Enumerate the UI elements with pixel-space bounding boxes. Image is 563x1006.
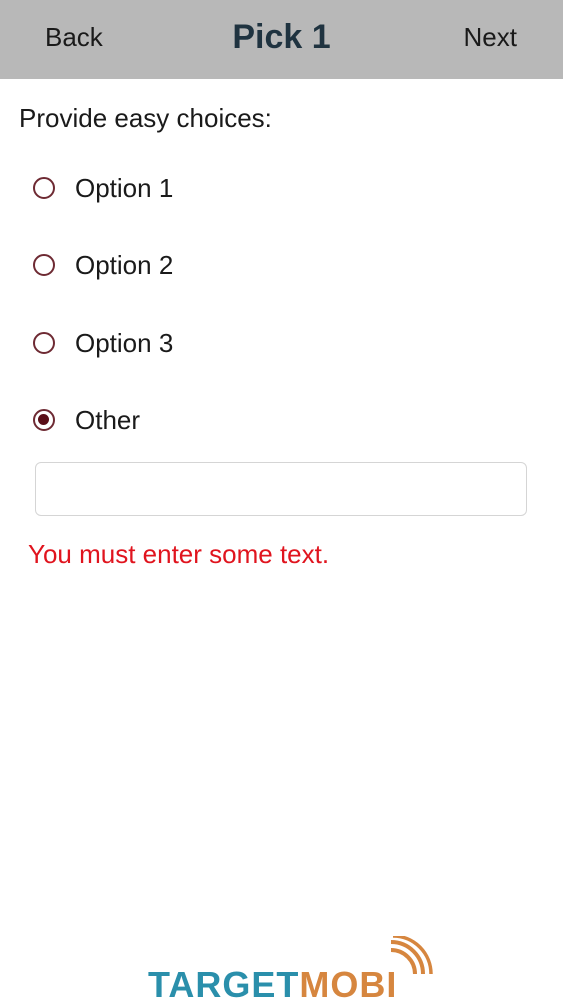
navigation-bar: Back Pick 1 Next (0, 0, 563, 79)
radio-option-label: Option 2 (75, 249, 174, 280)
other-text-input[interactable] (35, 462, 527, 516)
question-prompt: Provide easy choices: (19, 103, 272, 133)
radio-option-other[interactable]: Other (33, 405, 140, 435)
radio-option-label: Option 1 (75, 172, 174, 203)
radio-button-icon[interactable] (33, 177, 55, 199)
radio-button-icon[interactable] (33, 254, 55, 276)
radio-button-icon[interactable] (33, 332, 55, 354)
targetmobi-logo: TARGETMOBI (145, 936, 435, 1005)
radio-option-3[interactable]: Option 3 (33, 328, 173, 358)
radio-option-2[interactable]: Option 2 (33, 250, 173, 280)
radio-option-1[interactable]: Option 1 (33, 173, 173, 203)
radio-option-label: Option 3 (75, 327, 174, 358)
logo-text-mobi: MOBI (299, 964, 398, 1005)
radio-option-label: Other (75, 404, 141, 435)
next-button[interactable]: Next (464, 22, 517, 53)
radio-button-selected-icon[interactable] (33, 409, 55, 431)
logo-text-target: TARGET (148, 964, 300, 1005)
validation-error-message: You must enter some text. (28, 539, 330, 569)
